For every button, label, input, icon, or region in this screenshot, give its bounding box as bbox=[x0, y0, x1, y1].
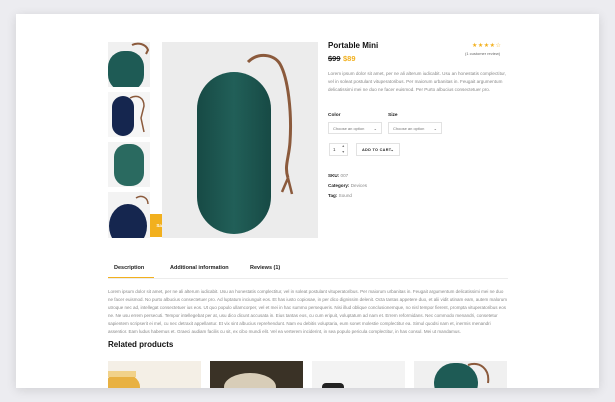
product-page: Sale Portable Mini ★★★★☆ (1 customer rev… bbox=[16, 14, 599, 388]
size-select[interactable]: Choose an option ⌄ bbox=[388, 122, 442, 134]
price-new: $89 bbox=[343, 54, 356, 63]
thumbnail-navy-speaker[interactable] bbox=[108, 92, 150, 137]
color-label: Color bbox=[328, 113, 341, 118]
color-select[interactable]: Choose an option ⌄ bbox=[328, 122, 382, 134]
short-description: Lorem ipsum dolor sit amet, per ne ali a… bbox=[328, 71, 506, 92]
meta-category: Category: Devices bbox=[328, 183, 367, 188]
increase-icon[interactable]: ▲ bbox=[342, 144, 345, 148]
related-product-4[interactable] bbox=[414, 361, 507, 388]
color-select-value: Choose an option bbox=[333, 126, 365, 131]
tag-link[interactable]: Sound bbox=[339, 193, 352, 198]
reviews-count-link[interactable]: (1 customer review) bbox=[465, 51, 500, 56]
sku-label: SKU: bbox=[328, 173, 340, 178]
chevron-down-icon: ⌄ bbox=[390, 148, 394, 152]
thumbnail-navy-speaker-tilted[interactable] bbox=[108, 192, 150, 238]
related-products-title: Related products bbox=[108, 340, 174, 349]
meta-sku: SKU: 007 bbox=[328, 173, 348, 178]
thumbnail-green-speaker-front[interactable] bbox=[108, 142, 150, 187]
tab-reviews[interactable]: Reviews (1) bbox=[250, 265, 280, 271]
sku-value: 007 bbox=[340, 173, 349, 178]
related-product-3[interactable] bbox=[312, 361, 405, 388]
product-title: Portable Mini bbox=[328, 41, 379, 50]
decrease-icon[interactable]: ▼ bbox=[342, 150, 345, 154]
main-product-image bbox=[162, 42, 318, 238]
rating-stars-icon: ★★★★☆ bbox=[472, 43, 502, 49]
thumbnail-green-speaker[interactable] bbox=[108, 42, 150, 87]
size-select-value: Choose an option bbox=[393, 126, 425, 131]
size-label: Size bbox=[388, 113, 398, 118]
quantity-stepper[interactable]: 1 ▲ ▼ bbox=[329, 143, 348, 156]
quantity-value: 1 bbox=[333, 147, 336, 152]
related-product-1[interactable] bbox=[108, 361, 201, 388]
chevron-down-icon: ⌄ bbox=[373, 126, 377, 131]
add-to-cart-label: ADD TO CART bbox=[362, 148, 392, 152]
price-old: $99 bbox=[328, 54, 341, 63]
chevron-down-icon: ⌄ bbox=[433, 126, 437, 131]
tag-label: Tag: bbox=[328, 193, 338, 198]
tab-description[interactable]: Description bbox=[114, 265, 144, 271]
category-link[interactable]: Devices bbox=[351, 183, 367, 188]
tab-divider bbox=[108, 278, 508, 279]
active-tab-indicator bbox=[108, 277, 154, 278]
tab-additional-information[interactable]: Additional information bbox=[170, 265, 229, 271]
related-product-2[interactable] bbox=[210, 361, 303, 388]
add-to-cart-button[interactable]: ADD TO CART ⌄ bbox=[356, 143, 400, 156]
category-label: Category: bbox=[328, 183, 350, 188]
tab-content-description: Lorem ipsum dolor sit amet, per ne ali a… bbox=[108, 289, 507, 334]
meta-tag: Tag: Sound bbox=[328, 193, 352, 198]
